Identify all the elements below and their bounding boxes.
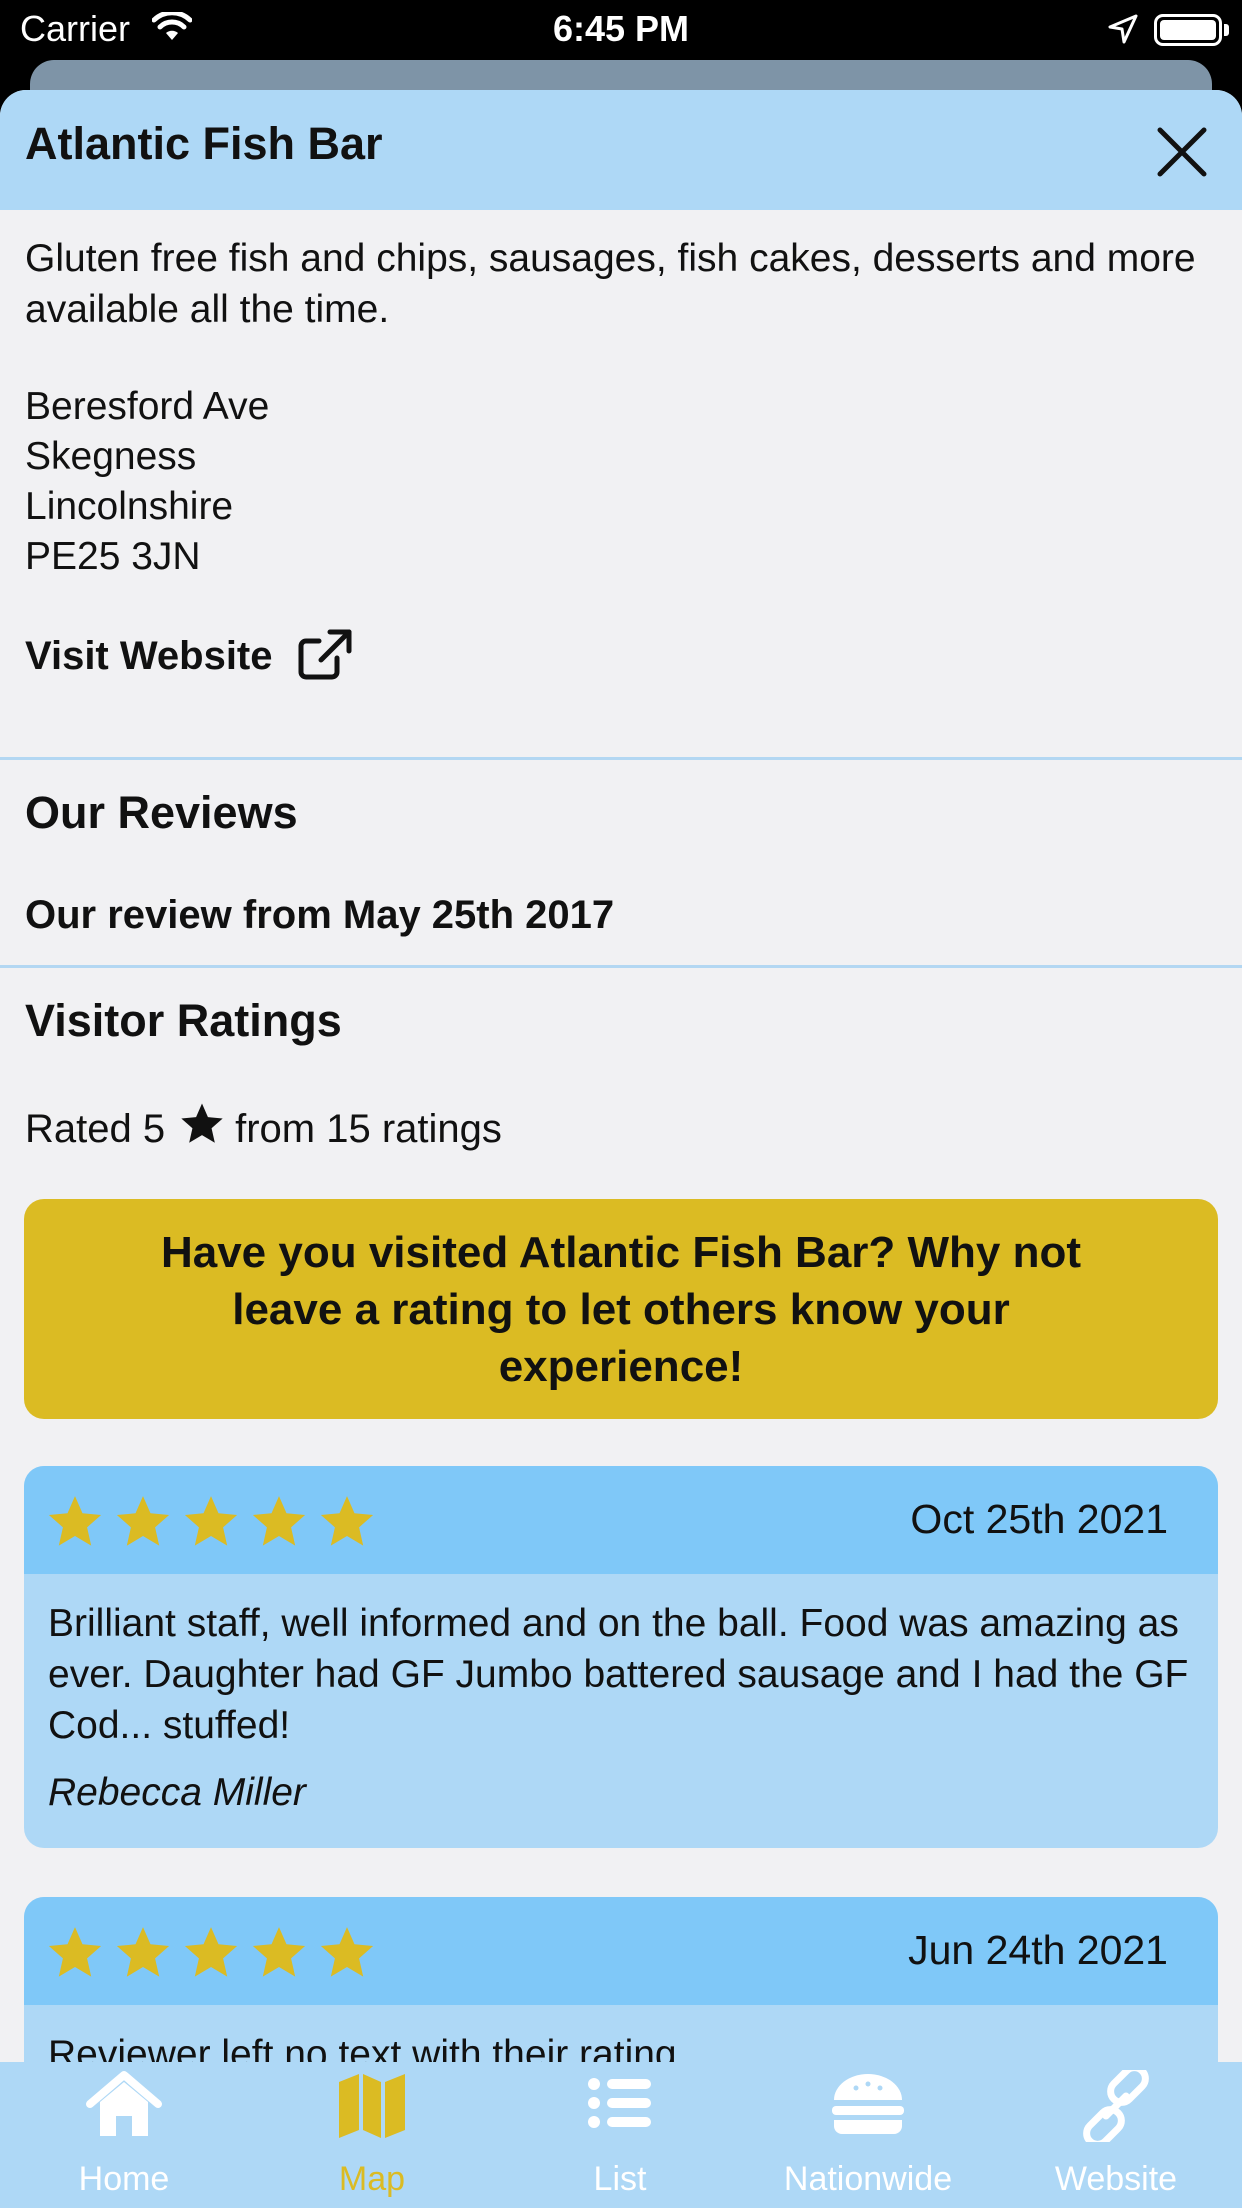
reviewer-name: Rebecca Miller — [48, 1771, 306, 1814]
sheet-header: Atlantic Fish Bar — [0, 90, 1242, 210]
review-text: Brilliant staff, well informed and on th… — [48, 1602, 1189, 1747]
tab-label: Home — [78, 2160, 170, 2198]
list-icon — [496, 2070, 744, 2136]
star-icon — [320, 1496, 374, 1546]
battery-icon — [1154, 14, 1222, 46]
review-date: Jun 24th 2021 — [908, 1927, 1168, 1973]
burger-icon — [744, 2070, 992, 2140]
visitor-ratings-heading: Visitor Ratings — [25, 995, 342, 1046]
address-line: Skegness — [25, 435, 197, 478]
our-reviews-heading: Our Reviews — [25, 787, 298, 838]
our-review-link[interactable]: Our review from May 25th 2017 — [25, 893, 614, 938]
tab-label: Map — [338, 2160, 406, 2198]
visit-website-label: Visit Website — [25, 634, 273, 678]
review-card-header: Oct 25th 2021 — [24, 1466, 1218, 1574]
review-card: Oct 25th 2021 Brilliant staff, well info… — [24, 1466, 1218, 1848]
location-arrow-icon — [1108, 14, 1138, 49]
battery-tip — [1224, 24, 1229, 36]
venue-detail-sheet: Atlantic Fish Bar Gluten free fish and c… — [0, 90, 1242, 2208]
address-line: Beresford Ave — [25, 385, 270, 428]
star-icon — [116, 1927, 170, 1977]
star-icon — [252, 1496, 306, 1546]
tab-label: List — [593, 2160, 647, 2198]
leave-rating-label: Have you visited Atlantic Fish Bar? Why … — [160, 1227, 1082, 1391]
star-icon — [48, 1927, 102, 1977]
tab-map[interactable]: Map — [248, 2062, 496, 2208]
close-button[interactable] — [1150, 120, 1214, 184]
review-stars — [46, 1925, 376, 1981]
review-stars — [46, 1494, 376, 1550]
rating-summary-suffix: from 15 ratings — [235, 1106, 502, 1151]
tab-list[interactable]: List — [496, 2062, 744, 2208]
map-icon — [248, 2070, 496, 2140]
star-icon — [252, 1927, 306, 1977]
rating-summary: Rated 5 from 15 ratings — [25, 1102, 502, 1156]
tab-home[interactable]: Home — [0, 2062, 248, 2208]
address-line: Lincolnshire — [25, 485, 234, 528]
venue-description: Gluten free fish and chips, sausages, fi… — [25, 237, 1196, 331]
tab-bar: Home Map List Nationwide Website — [0, 2062, 1242, 2208]
close-icon — [1157, 127, 1207, 177]
review-card-header: Jun 24th 2021 — [24, 1897, 1218, 2005]
venue-title: Atlantic Fish Bar — [25, 118, 383, 169]
home-icon — [0, 2070, 248, 2140]
star-icon — [320, 1927, 374, 1977]
clock: 6:45 PM — [552, 8, 690, 49]
star-icon — [116, 1496, 170, 1546]
star-icon — [179, 1102, 225, 1156]
tab-website[interactable]: Website — [992, 2062, 1240, 2208]
tab-label: Nationwide — [783, 2160, 953, 2198]
tab-label: Website — [1054, 2160, 1178, 2198]
address-line: PE25 3JN — [25, 535, 201, 578]
section-divider — [0, 757, 1242, 760]
star-icon — [48, 1496, 102, 1546]
star-icon — [184, 1496, 238, 1546]
review-date: Oct 25th 2021 — [910, 1496, 1168, 1542]
link-icon — [992, 2070, 1240, 2142]
status-bar: Carrier 6:45 PM — [0, 0, 1242, 60]
section-divider — [0, 965, 1242, 968]
rating-summary-prefix: Rated 5 — [25, 1106, 166, 1151]
external-link-icon — [297, 628, 353, 685]
leave-rating-button[interactable]: Have you visited Atlantic Fish Bar? Why … — [24, 1199, 1218, 1419]
venue-address: Beresford Ave Skegness Lincolnshire PE25… — [25, 382, 269, 582]
visit-website-link[interactable]: Visit Website — [25, 628, 353, 685]
star-icon — [184, 1927, 238, 1977]
tab-nationwide[interactable]: Nationwide — [744, 2062, 992, 2208]
